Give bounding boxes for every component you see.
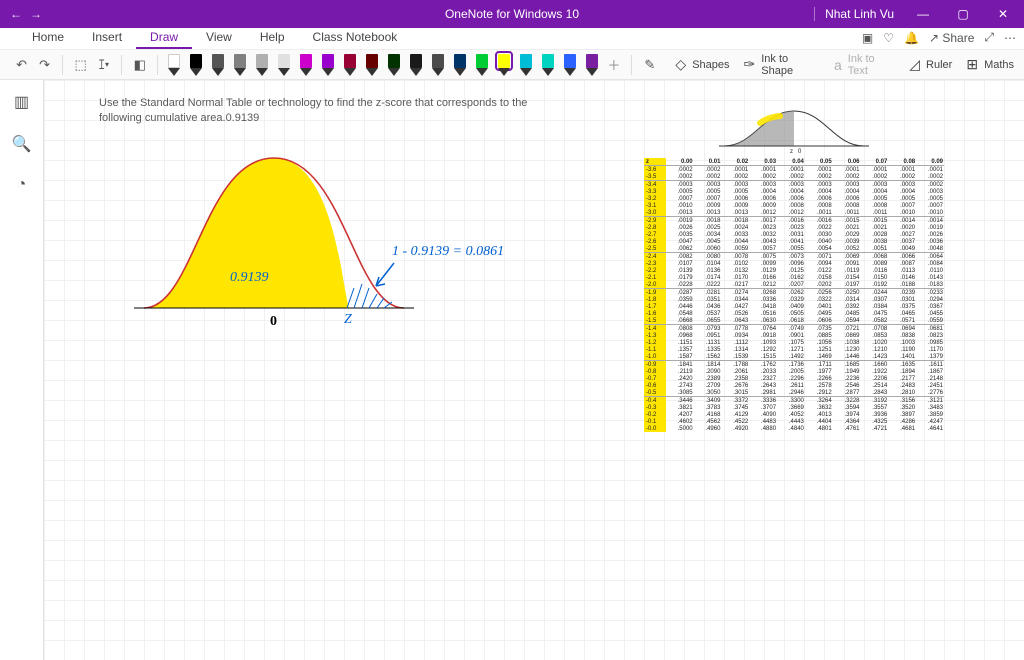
share-button[interactable]: ↗ Share bbox=[929, 31, 974, 45]
cast-icon[interactable]: ▣ bbox=[862, 31, 873, 45]
pen-color[interactable] bbox=[538, 54, 558, 76]
pen-color[interactable] bbox=[494, 54, 514, 76]
book-icon[interactable]: ▥ bbox=[14, 92, 29, 112]
ink-to-text-button: aInk to Text bbox=[834, 53, 895, 77]
add-pen-button[interactable]: ＋ bbox=[602, 53, 625, 77]
undo-button[interactable]: ↶ bbox=[10, 53, 33, 77]
pen-color[interactable] bbox=[428, 54, 448, 76]
pen-color[interactable] bbox=[296, 54, 316, 76]
app-title: OneNote for Windows 10 bbox=[445, 7, 579, 21]
expand-icon[interactable]: ⤢ bbox=[984, 30, 994, 45]
close-button[interactable]: ✕ bbox=[986, 0, 1020, 28]
shapes-button[interactable]: ◇Shapes bbox=[675, 56, 729, 73]
pen-color[interactable] bbox=[252, 54, 272, 76]
ribbon-tabs: HomeInsertDrawViewHelpClass Notebook ▣ ♡… bbox=[0, 28, 1024, 50]
minimize-button[interactable]: — bbox=[906, 0, 940, 28]
ruler-button[interactable]: ◿Ruler bbox=[909, 56, 952, 73]
pen-color[interactable] bbox=[472, 54, 492, 76]
pen-color[interactable] bbox=[274, 54, 294, 76]
tab-home[interactable]: Home bbox=[18, 27, 78, 49]
pen-color[interactable] bbox=[582, 54, 602, 76]
bell-curve-sketch: 0.9139 1 - 0.9139 = 0.0861 0 Z bbox=[114, 138, 444, 348]
nav-back-icon[interactable]: ← bbox=[10, 7, 22, 21]
pen-color[interactable] bbox=[384, 54, 404, 76]
tab-help[interactable]: Help bbox=[246, 27, 299, 49]
pen-color[interactable] bbox=[340, 54, 360, 76]
search-icon[interactable]: 🔍 bbox=[12, 134, 32, 154]
equation-label: 1 - 0.9139 = 0.0861 bbox=[392, 244, 572, 260]
bell-icon[interactable]: 🔔 bbox=[904, 31, 919, 45]
pen-color[interactable] bbox=[362, 54, 382, 76]
problem-text: Use the Standard Normal Table or technol… bbox=[99, 96, 539, 127]
pen-color[interactable] bbox=[186, 54, 206, 76]
nav-forward-icon[interactable]: → bbox=[30, 7, 42, 21]
redo-button[interactable]: ↷ bbox=[33, 53, 56, 77]
tab-draw[interactable]: Draw bbox=[136, 27, 192, 49]
pen-color[interactable] bbox=[406, 54, 426, 76]
tab-insert[interactable]: Insert bbox=[78, 27, 136, 49]
eraser-tool[interactable]: ◧ bbox=[128, 53, 151, 77]
left-nav-bar: ▥ 🔍 ◔ bbox=[0, 80, 44, 660]
maths-button[interactable]: ⊞Maths bbox=[966, 56, 1014, 73]
area-label: 0.9139 bbox=[230, 270, 269, 286]
pen-color[interactable] bbox=[450, 54, 470, 76]
recent-icon[interactable]: ◔ bbox=[17, 176, 27, 194]
ink-color-picker[interactable]: ✎ bbox=[638, 53, 661, 77]
ink-to-shape-button[interactable]: ✑Ink to Shape bbox=[744, 53, 820, 77]
pen-color[interactable] bbox=[230, 54, 250, 76]
text-cursor-tool[interactable]: ꕯ▾ bbox=[92, 53, 115, 77]
more-icon[interactable]: ⋯ bbox=[1004, 31, 1016, 45]
maximize-button[interactable]: ▢ bbox=[946, 0, 980, 28]
z-marker: Z bbox=[344, 312, 352, 328]
pen-color[interactable] bbox=[318, 54, 338, 76]
z-table: z 0 z0.000.010.020.030.040.050.060.070.0… bbox=[644, 106, 944, 432]
note-canvas[interactable]: Use the Standard Normal Table or technol… bbox=[44, 80, 1024, 660]
lasso-tool[interactable]: ⬚ bbox=[69, 53, 92, 77]
zero-marker: 0 bbox=[270, 314, 277, 330]
pen-color[interactable] bbox=[560, 54, 580, 76]
pen-color[interactable] bbox=[516, 54, 536, 76]
pen-color[interactable] bbox=[208, 54, 228, 76]
tab-class-notebook[interactable]: Class Notebook bbox=[299, 27, 412, 49]
pen-color[interactable] bbox=[164, 54, 184, 76]
titlebar: ← → OneNote for Windows 10 Nhat Linh Vu … bbox=[0, 0, 1024, 28]
pen-palette bbox=[164, 54, 602, 76]
user-name[interactable]: Nhat Linh Vu bbox=[814, 7, 894, 21]
tab-view[interactable]: View bbox=[192, 27, 246, 49]
lightbulb-icon[interactable]: ♡ bbox=[883, 31, 894, 45]
draw-toolbox: ↶ ↷ ⬚ ꕯ▾ ◧ ＋ ✎ ◇Shapes ✑Ink to Shape aIn… bbox=[0, 50, 1024, 80]
